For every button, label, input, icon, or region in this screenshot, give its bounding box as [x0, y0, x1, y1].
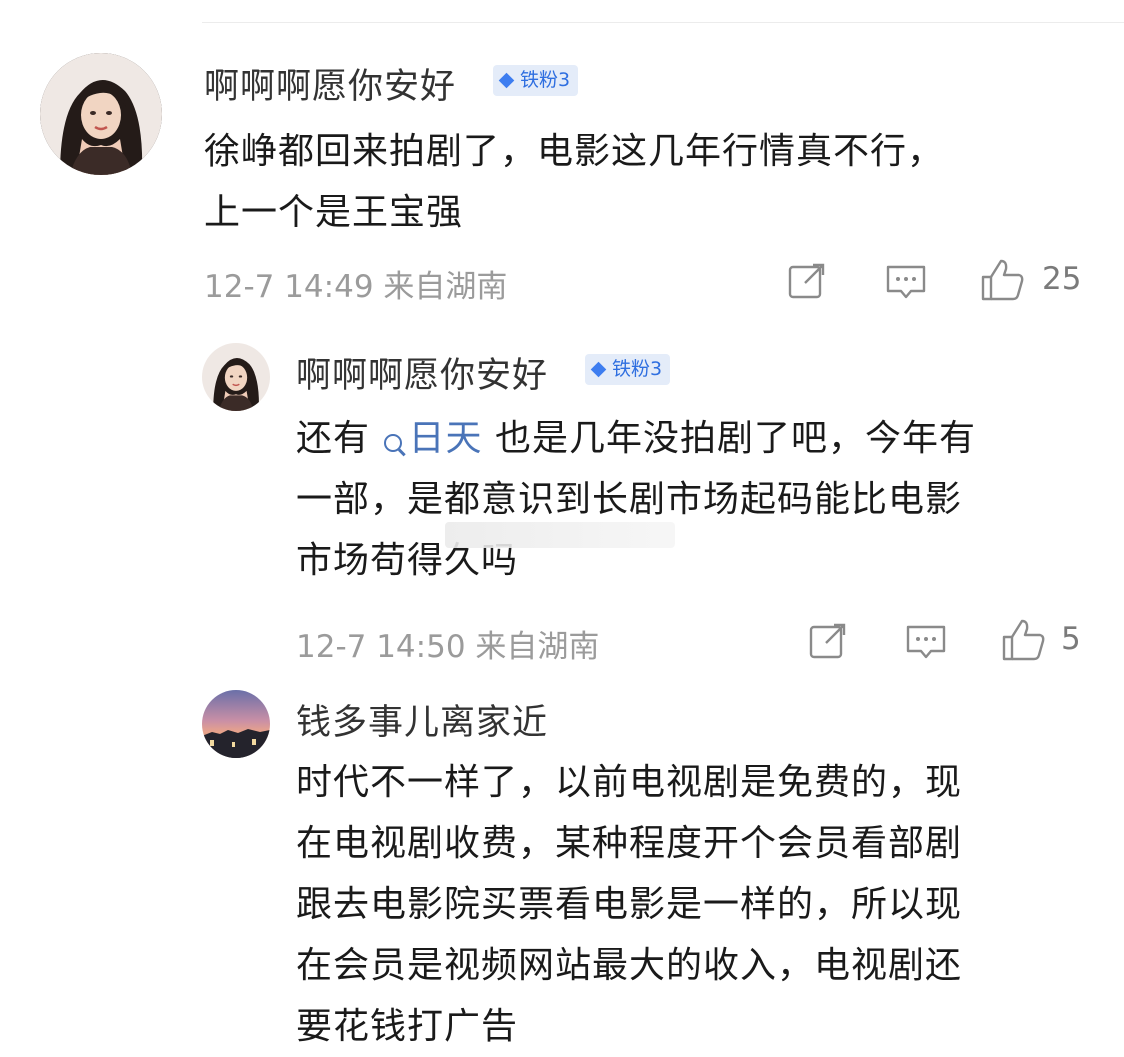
badge-label: 铁粉3 [612, 358, 663, 380]
diamond-icon [498, 72, 515, 89]
fan-badge[interactable]: 铁粉3 [493, 65, 579, 96]
comment-text: 还有 日天 也是几年没拍剧了吧，今年有 一部，是都意识到长剧市场起码能比电影 市… [296, 408, 976, 591]
watermark-overlay [445, 522, 675, 548]
avatar[interactable] [40, 53, 162, 175]
diamond-icon [590, 361, 607, 378]
comment-meta: 12-7 14:50 来自湖南 [296, 629, 600, 665]
username[interactable]: 钱多事儿离家近 [296, 694, 548, 745]
comment-icon[interactable] [885, 263, 927, 303]
mention-link[interactable]: 日天 [382, 418, 494, 459]
like-icon[interactable] [979, 257, 1025, 303]
comment-text: 时代不一样了，以前电视剧是免费的，现 在电视剧收费，某种程度开个会员看部剧 跟去… [296, 752, 962, 1057]
comment-text-line: 一部，是都意识到长剧市场起码能比电影 [296, 479, 963, 520]
username[interactable]: 啊啊啊愿你安好 [204, 58, 456, 109]
top-divider [202, 22, 1124, 23]
comment-text: 徐峥都回来拍剧了，电影这几年行情真不行， 上一个是王宝强 [204, 121, 944, 243]
fan-badge[interactable]: 铁粉3 [585, 354, 671, 385]
mention-label: 日天 [408, 418, 483, 459]
comment-meta: 12-7 14:49 来自湖南 [204, 269, 508, 305]
share-icon[interactable] [787, 261, 827, 301]
text-segment: 还有 [296, 418, 371, 459]
comment-text-line: 跟去电影院买票看电影是一样的，所以现 [296, 884, 963, 925]
username[interactable]: 啊啊啊愿你安好 [296, 347, 548, 398]
comment-text-line: 在电视剧收费，某种程度开个会员看部剧 [296, 823, 963, 864]
avatar[interactable] [202, 343, 270, 411]
comment-text-line: 时代不一样了，以前电视剧是免费的，现 [296, 762, 963, 803]
avatar-portrait-icon [40, 53, 162, 175]
like-count: 25 [1042, 261, 1082, 297]
share-icon[interactable] [808, 621, 848, 661]
avatar[interactable] [202, 690, 270, 758]
badge-label: 铁粉3 [520, 69, 571, 91]
like-count: 5 [1061, 621, 1081, 657]
comment-text-line: 还有 日天 也是几年没拍剧了吧，今年有 [296, 408, 976, 469]
search-icon [384, 434, 403, 452]
comment-text-line: 在会员是视频网站最大的收入，电视剧还 [296, 945, 963, 986]
avatar-sunset-icon [202, 690, 270, 758]
comment-text-line: 徐峥都回来拍剧了，电影这几年行情真不行， [204, 131, 945, 172]
comment-icon[interactable] [905, 623, 947, 663]
avatar-portrait-icon [202, 343, 270, 411]
text-segment: 也是几年没拍剧了吧，今年有 [494, 418, 976, 459]
comment-text-line: 要花钱打广告 [296, 1006, 519, 1047]
like-icon[interactable] [1000, 617, 1046, 663]
comment-text-line: 上一个是王宝强 [204, 192, 464, 233]
